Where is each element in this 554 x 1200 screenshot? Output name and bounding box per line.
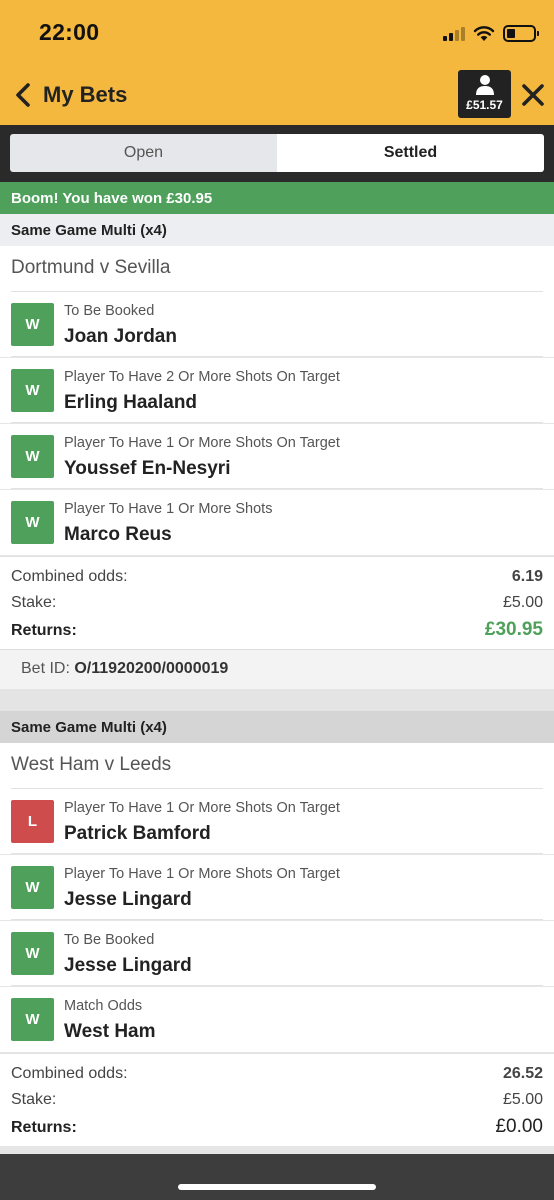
- selection-row: W Player To Have 1 Or More Shots Marco R…: [0, 490, 554, 555]
- selection-name: Marco Reus: [64, 524, 172, 545]
- account-balance-button[interactable]: £51.57: [458, 70, 511, 118]
- divider: [11, 985, 543, 986]
- selection-row: L Player To Have 1 Or More Shots On Targ…: [0, 789, 554, 854]
- bet-summary: Combined odds: 26.52 Stake: £5.00 Return…: [0, 1053, 554, 1146]
- market-label: To Be Booked: [64, 303, 155, 319]
- returns-value: £30.95: [484, 619, 543, 640]
- match-name: Dortmund v Sevilla: [0, 246, 554, 292]
- divider: [11, 356, 543, 357]
- selection-name: Youssef En-Nesyri: [64, 458, 231, 479]
- home-indicator[interactable]: [178, 1184, 376, 1190]
- signal-icon: [443, 25, 465, 41]
- market-label: Match Odds: [64, 998, 143, 1014]
- market-label: To Be Booked: [64, 932, 155, 948]
- tab-open[interactable]: Open: [10, 134, 277, 172]
- result-badge: W: [11, 932, 54, 975]
- selection-row: W Player To Have 2 Or More Shots On Targ…: [0, 358, 554, 423]
- battery-icon: [503, 24, 539, 42]
- divider: [11, 488, 543, 489]
- divider: [11, 919, 543, 920]
- selection-name: Joan Jordan: [64, 326, 177, 347]
- market-label: Player To Have 1 Or More Shots On Target: [64, 800, 340, 816]
- bet-id-label: Bet ID:: [21, 660, 70, 677]
- combined-odds-value: 6.19: [511, 568, 543, 585]
- selection-name: Patrick Bamford: [64, 823, 211, 844]
- stake-label: Stake:: [11, 594, 57, 611]
- back-chevron-icon[interactable]: [12, 82, 34, 108]
- selection-row: W Player To Have 1 Or More Shots On Targ…: [0, 424, 554, 489]
- status-time: 22:00: [39, 19, 100, 45]
- returns-label: Returns:: [11, 622, 77, 639]
- result-badge: W: [11, 435, 54, 478]
- wifi-icon: [473, 25, 495, 41]
- result-badge: W: [11, 998, 54, 1041]
- page-title: My Bets: [43, 82, 128, 107]
- balance-amount: £51.57: [466, 98, 503, 112]
- divider: [11, 853, 543, 854]
- market-label: Player To Have 1 Or More Shots On Target: [64, 866, 340, 882]
- returns-label: Returns:: [11, 1119, 77, 1136]
- market-label: Player To Have 1 Or More Shots: [64, 501, 273, 517]
- result-badge: W: [11, 501, 54, 544]
- selection-name: West Ham: [64, 1021, 156, 1042]
- combined-odds-value: 26.52: [502, 1065, 543, 1082]
- market-label: Player To Have 1 Or More Shots On Target: [64, 435, 340, 451]
- bet-id: Bet ID: O/11920200/0000019: [0, 649, 554, 689]
- bet-id-value: O/11920200/0000019: [74, 660, 229, 677]
- tabs: Open Settled: [10, 134, 544, 172]
- bet-type-header: Same Game Multi (x4): [0, 711, 554, 743]
- result-badge: W: [11, 303, 54, 346]
- home-bar-area: [0, 1154, 554, 1200]
- win-banner: Boom! You have won £30.95: [0, 182, 554, 214]
- result-badge: W: [11, 866, 54, 909]
- combined-odds-label: Combined odds:: [11, 1065, 128, 1082]
- app-header: 22:00 My Bets £51.57: [0, 0, 554, 125]
- selection-name: Jesse Lingard: [64, 889, 192, 910]
- returns-row: Returns: £30.95: [11, 619, 543, 641]
- stake-row: Stake: £5.00: [11, 594, 543, 612]
- stake-label: Stake:: [11, 1091, 57, 1108]
- selection-row: W Player To Have 1 Or More Shots On Targ…: [0, 855, 554, 920]
- match-title: Dortmund v Sevilla: [11, 257, 171, 278]
- selection-name: Erling Haaland: [64, 392, 198, 413]
- match-title: West Ham v Leeds: [11, 754, 172, 775]
- stake-value: £5.00: [502, 1091, 543, 1108]
- combined-odds-row: Combined odds: 6.19: [11, 568, 543, 586]
- spacer: [0, 1146, 554, 1154]
- result-badge: W: [11, 369, 54, 412]
- returns-value: £0.00: [495, 1116, 543, 1137]
- bet-type-header: Same Game Multi (x4): [0, 214, 554, 246]
- combined-odds-row: Combined odds: 26.52: [11, 1065, 543, 1083]
- tab-settled[interactable]: Settled: [277, 134, 544, 172]
- match-name: West Ham v Leeds: [0, 743, 554, 789]
- bets-tab-bar: Open Settled: [0, 125, 554, 182]
- status-icons: [443, 22, 539, 44]
- bet-summary: Combined odds: 6.19 Stake: £5.00 Returns…: [0, 556, 554, 649]
- selection-name: Jesse Lingard: [64, 955, 192, 976]
- divider: [11, 422, 543, 423]
- selection-row: W To Be Booked Jesse Lingard: [0, 921, 554, 986]
- stake-value: £5.00: [502, 594, 543, 611]
- user-icon: [475, 75, 494, 95]
- market-label: Player To Have 2 Or More Shots On Target: [64, 369, 340, 385]
- close-icon[interactable]: [520, 82, 546, 108]
- selection-row: W To Be Booked Joan Jordan: [0, 292, 554, 357]
- result-badge: L: [11, 800, 54, 843]
- returns-row: Returns: £0.00: [11, 1116, 543, 1138]
- selection-row: W Match Odds West Ham: [0, 987, 554, 1052]
- stake-row: Stake: £5.00: [11, 1091, 543, 1109]
- spacer: [0, 689, 554, 711]
- combined-odds-label: Combined odds:: [11, 568, 128, 585]
